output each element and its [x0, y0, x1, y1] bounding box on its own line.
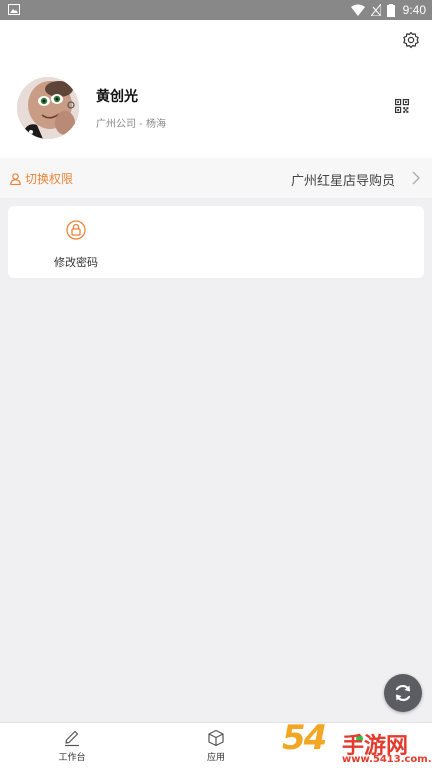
watermark-number: 54 [282, 718, 327, 758]
refresh-button[interactable] [384, 674, 422, 712]
battery-icon [386, 3, 395, 17]
tab-apps[interactable]: 应用 [186, 729, 246, 763]
user-org: 广州公司 - 杨海 [96, 119, 166, 130]
cube-icon [208, 729, 224, 747]
current-role[interactable]: 广州红星店导购员 [291, 170, 395, 189]
change-password-item[interactable]: 修改密码 [40, 220, 112, 272]
lock-icon [66, 220, 86, 240]
tab-apps-label: 应用 [206, 753, 225, 763]
avatar[interactable] [17, 77, 79, 139]
switch-role-label: 切换权限 [25, 172, 74, 186]
watermark-logo: 54 手游网 www.5413.com.cn [282, 718, 432, 768]
switch-role-button[interactable]: 切换权限 [10, 170, 73, 187]
qr-code-icon[interactable] [395, 99, 409, 113]
profile-header: 黄创光 广州公司 - 杨海 [0, 20, 432, 158]
gear-icon[interactable] [402, 31, 420, 49]
user-name: 黄创光 [96, 89, 138, 105]
refresh-icon [395, 684, 411, 702]
wifi-icon [350, 4, 365, 16]
change-password-label: 修改密码 [54, 256, 98, 269]
clock: 9:40 [402, 3, 426, 17]
watermark-url: www.5413.com.cn [342, 754, 432, 765]
no-signal-icon [370, 4, 381, 16]
role-bar[interactable]: 切换权限 广州红星店导购员 [0, 158, 432, 198]
functions-card: 修改密码 [8, 206, 424, 278]
tab-workbench-label: 工作台 [58, 753, 86, 763]
user-icon [10, 172, 21, 185]
tab-workbench[interactable]: 工作台 [42, 729, 102, 763]
chevron-right-icon[interactable] [412, 171, 420, 185]
status-bar: 9:40 [0, 0, 432, 20]
image-notification-icon [8, 4, 20, 15]
pencil-icon [65, 730, 79, 747]
